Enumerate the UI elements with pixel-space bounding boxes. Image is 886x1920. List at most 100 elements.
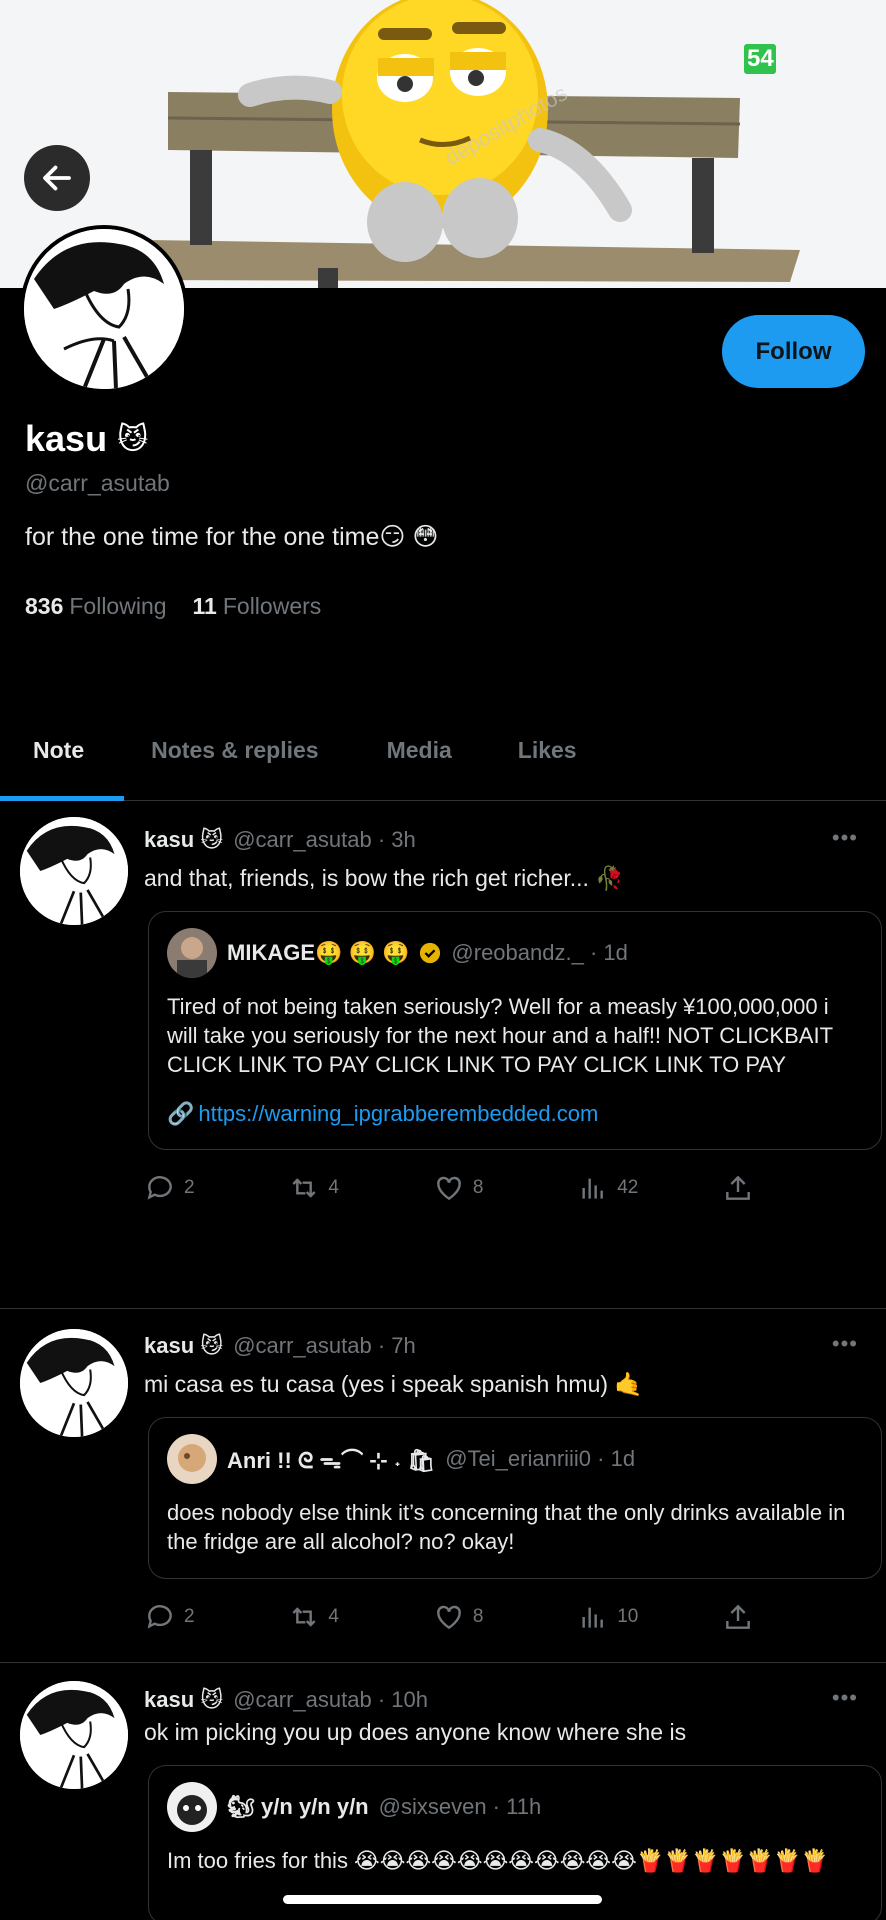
- quote-link[interactable]: 🔗 https://warning_ipgrabberembedded.com: [167, 1101, 863, 1127]
- followers-count: 11: [192, 593, 217, 619]
- profile-name: kasu 😼: [25, 418, 148, 460]
- views-chart-icon: [582, 1607, 604, 1628]
- tab-likes[interactable]: Likes: [518, 725, 577, 801]
- back-button[interactable]: [24, 145, 90, 211]
- avatar-photo-icon: [167, 1782, 217, 1832]
- manga-avatar-image: [20, 817, 128, 925]
- banner-badge: 54: [744, 44, 776, 74]
- share-icon: [725, 1175, 750, 1200]
- avatar-photo-icon: [167, 1434, 217, 1484]
- quote-meta: @reobandz._ · 1d: [451, 940, 628, 965]
- quote-header: Anri !! ᘓ ᯓ⌒ ⊹ ˖ 🛍 @Tei_erianriii0 · 1d: [167, 1434, 863, 1484]
- like-button[interactable]: 8: [433, 1601, 577, 1633]
- following-count: 836: [25, 593, 64, 619]
- post-item[interactable]: kasu 😼 @carr_asutab · 7h mi casa es tu c…: [0, 1309, 886, 1663]
- following-link[interactable]: 836 Following: [25, 593, 167, 620]
- manga-avatar-image: [20, 1681, 128, 1789]
- reply-icon: [147, 1176, 172, 1200]
- views-chart-icon: [582, 1178, 604, 1199]
- manga-avatar-image: [20, 1329, 128, 1437]
- heart-icon: [436, 1605, 461, 1630]
- tab-likes-label: Likes: [517, 737, 577, 763]
- tab-media[interactable]: Media: [387, 725, 452, 801]
- post-body: kasu 😼 @carr_asutab · 7h mi casa es tu c…: [144, 1331, 882, 1635]
- quote-avatar: [167, 928, 217, 978]
- post-avatar[interactable]: [20, 1329, 128, 1437]
- repost-button[interactable]: 4: [288, 1172, 432, 1204]
- quote-avatar: [167, 1434, 217, 1484]
- post-author-name[interactable]: kasu 😼: [144, 1687, 223, 1713]
- quote-author-name: Anri !! ᘓ ᯓ⌒ ⊹ ˖ 🛍: [227, 1448, 436, 1473]
- post-body: kasu 😼 @carr_asutab · 10h ok im picking …: [144, 1685, 882, 1920]
- views-button[interactable]: 42: [577, 1172, 721, 1204]
- post-actions: 2 4 8 10: [144, 1599, 866, 1635]
- home-indicator[interactable]: [283, 1895, 602, 1904]
- post-text: and that, friends, is bow the rich get r…: [144, 865, 624, 891]
- post-author-name[interactable]: kasu 😼: [144, 1333, 223, 1359]
- reply-count: 2: [184, 1606, 195, 1627]
- tab-note[interactable]: Note: [33, 725, 84, 801]
- more-options-icon[interactable]: •••: [832, 1331, 858, 1357]
- quote-meta: @sixseven · 11h: [378, 1794, 542, 1819]
- post-actions: 2 4 8 42: [144, 1170, 866, 1206]
- post-header: kasu 😼 @carr_asutab · 10h: [144, 1685, 866, 1715]
- quote-text: does nobody else think it’s concerning t…: [167, 1500, 846, 1554]
- views-count: 42: [617, 1177, 639, 1198]
- manga-avatar-image: [24, 229, 184, 389]
- tab-notes-replies-label: Notes & replies: [151, 737, 319, 763]
- profile-stats: 836 Following 11 Followers: [25, 593, 321, 620]
- repost-count: 4: [328, 1606, 339, 1627]
- post-avatar[interactable]: [20, 817, 128, 925]
- profile-name-text: kasu: [25, 418, 108, 459]
- more-options-icon[interactable]: •••: [832, 825, 858, 851]
- like-button[interactable]: 8: [433, 1172, 577, 1204]
- reply-count: 2: [184, 1177, 195, 1198]
- quote-text: Tired of not being taken seriously? Well…: [167, 994, 834, 1077]
- avatar-photo-icon: [167, 928, 217, 978]
- arrow-left-icon: [43, 165, 71, 191]
- repost-count: 4: [328, 1177, 339, 1198]
- quote-header: 🐿 y/n y/n y/n @sixseven · 11h: [167, 1782, 863, 1832]
- quote-author-name: MIKAGE🤑 🤑 🤑: [227, 940, 410, 965]
- repost-icon: [292, 1178, 316, 1198]
- tab-note-label: Note: [33, 737, 85, 763]
- share-button[interactable]: [722, 1172, 866, 1204]
- quote-link-url[interactable]: https://warning_ipgrabberembedded.com: [198, 1101, 598, 1127]
- share-button[interactable]: [722, 1601, 866, 1633]
- reply-button[interactable]: 2: [144, 1601, 288, 1633]
- repost-icon: [292, 1607, 316, 1627]
- quoted-post[interactable]: MIKAGE🤑 🤑 🤑 @reobandz._ · 1d Tired of no…: [148, 911, 882, 1150]
- verified-badge-icon: [420, 942, 441, 964]
- tab-media-label: Media: [386, 737, 452, 763]
- post-header: kasu 😼 @carr_asutab · 7h: [144, 1331, 866, 1361]
- reply-icon: [147, 1605, 172, 1629]
- profile-tabs: Note Notes & replies Media Likes: [0, 725, 886, 801]
- post-author-name[interactable]: kasu 😼: [144, 827, 223, 853]
- post-header: kasu 😼 @carr_asutab · 3h: [144, 825, 866, 855]
- quote-author-name: 🐿 y/n y/n y/n: [227, 1794, 369, 1819]
- post-body: kasu 😼 @carr_asutab · 3h and that, frien…: [144, 825, 882, 1206]
- link-icon: 🔗: [167, 1101, 195, 1126]
- profile-name-emoji: 😼: [117, 422, 149, 456]
- tab-notes-replies[interactable]: Notes & replies: [151, 725, 318, 801]
- profile-avatar[interactable]: [20, 225, 188, 393]
- quoted-post[interactable]: Anri !! ᘓ ᯓ⌒ ⊹ ˖ 🛍 @Tei_erianriii0 · 1d …: [148, 1417, 882, 1579]
- views-button[interactable]: 10: [577, 1601, 721, 1633]
- more-options-icon[interactable]: •••: [832, 1685, 858, 1711]
- share-icon: [725, 1604, 750, 1629]
- post-item[interactable]: kasu 😼 @carr_asutab · 10h ok im picking …: [0, 1663, 886, 1920]
- post-meta: @carr_asutab · 10h: [233, 1687, 428, 1712]
- quote-meta: @Tei_erianriii0 · 1d: [445, 1446, 636, 1471]
- post-avatar[interactable]: [20, 1681, 128, 1789]
- followers-label: Followers: [222, 593, 322, 619]
- like-count: 8: [472, 1606, 484, 1627]
- post-item[interactable]: kasu 😼 @carr_asutab · 3h and that, frien…: [0, 801, 886, 1309]
- heart-icon: [436, 1176, 461, 1201]
- followers-link[interactable]: 11 Followers: [193, 593, 322, 620]
- follow-button[interactable]: Follow: [722, 315, 865, 388]
- reply-button[interactable]: 2: [144, 1172, 288, 1204]
- post-text: ok im picking you up does anyone know wh…: [144, 1719, 687, 1745]
- like-count: 8: [472, 1177, 484, 1198]
- repost-button[interactable]: 4: [288, 1601, 432, 1633]
- following-label: Following: [69, 593, 167, 619]
